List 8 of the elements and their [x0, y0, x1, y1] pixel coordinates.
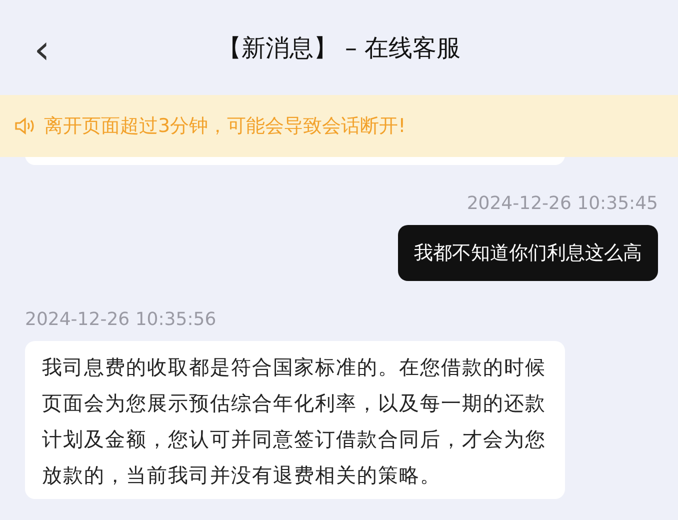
- speaker-icon: [14, 116, 36, 136]
- timestamp: 2024-12-26 10:35:56: [25, 309, 216, 331]
- timestamp: 2024-12-26 10:35:45: [466, 193, 658, 215]
- notice-text: 离开页面超过3分钟，可能会导致会话断开!: [44, 114, 406, 139]
- back-button[interactable]: ‹: [34, 30, 50, 70]
- message-bubble: 我司息费的收取都是符合国家标准的。在您借款的时候页面会为您展示预估综合年化利率，以及每一期的还款计划及金额，您认可并同意签订借款合同后，才会为您放款的，当前我司并没有退费相关的策略。: [25, 340, 565, 499]
- message-bubble: 我都不知道你们利息这么高: [398, 224, 658, 282]
- page-title: 【新消息】 – 在线客服: [217, 32, 461, 64]
